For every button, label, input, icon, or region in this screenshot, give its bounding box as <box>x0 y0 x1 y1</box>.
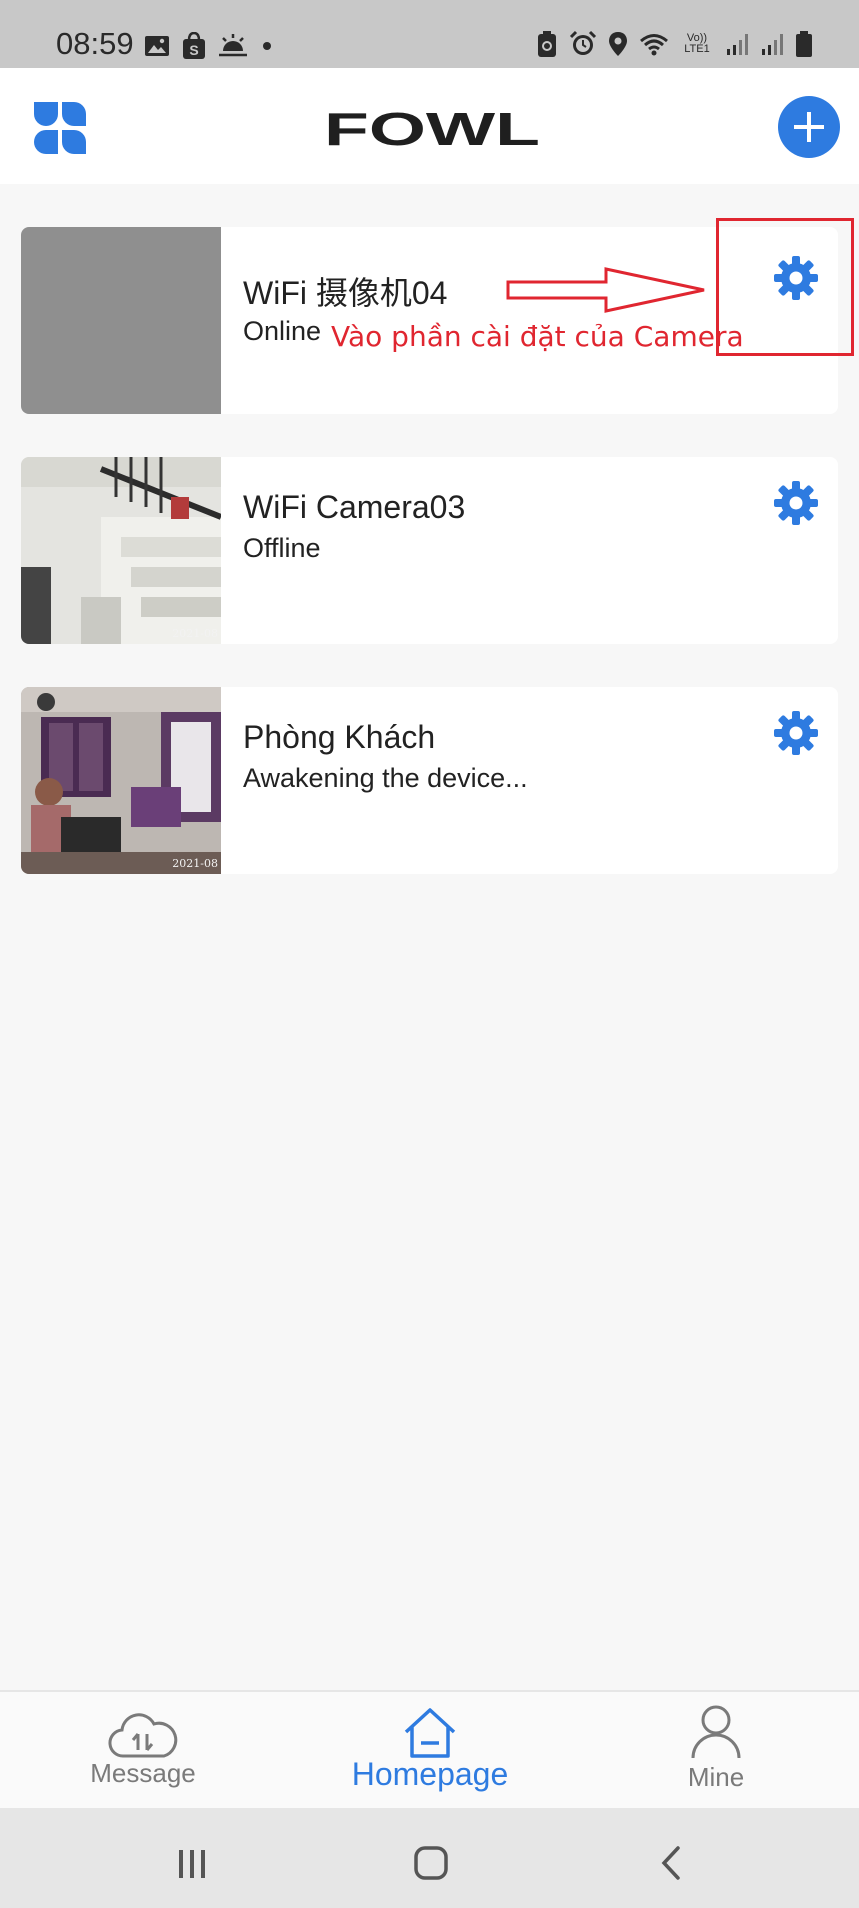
device-name: WiFi Camera03 <box>243 489 466 525</box>
device-status: Awakening the device... <box>243 763 528 793</box>
location-icon <box>609 32 627 56</box>
back-icon[interactable] <box>642 1838 702 1888</box>
device-status: Online <box>243 316 322 346</box>
gear-icon[interactable] <box>773 710 819 756</box>
person-icon <box>691 1705 741 1759</box>
nav-label: Mine <box>687 1762 745 1792</box>
battery-saver-icon <box>538 31 556 57</box>
add-device-button[interactable] <box>778 96 840 158</box>
home-icon <box>404 1708 456 1758</box>
cloud-icon <box>108 1713 178 1758</box>
status-left-icons: S <box>144 32 274 60</box>
nav-homepage[interactable]: Homepage <box>330 1692 530 1810</box>
device-name: WiFi 摄像机04 <box>243 275 448 311</box>
plus-icon <box>794 112 824 142</box>
living-room-snapshot <box>21 687 221 874</box>
shopee-icon: S <box>183 32 205 59</box>
nav-label: Message <box>90 1758 196 1788</box>
status-right-icons: Vo)) LTE1 <box>536 30 813 58</box>
volte-lte-icon: Vo)) LTE1 <box>680 33 714 55</box>
alarm-icon <box>569 30 597 55</box>
staircase-snapshot <box>21 457 221 644</box>
annotation-arrow-icon <box>506 267 705 313</box>
battery-icon <box>796 31 812 57</box>
device-name: Phòng Khách <box>243 719 436 755</box>
nav-label: Homepage <box>351 1756 509 1792</box>
home-circle-icon[interactable] <box>401 1838 461 1888</box>
dot-icon <box>263 42 271 50</box>
device-card[interactable]: 2021-08 Phòng Khách Awakening the device… <box>21 687 838 874</box>
signal-icon <box>727 34 748 55</box>
annotation-text: Vào phần cài đặt của Camera <box>331 320 744 353</box>
device-thumbnail[interactable] <box>21 227 221 414</box>
recent-apps-icon[interactable] <box>162 1838 222 1888</box>
gallery-icon <box>145 36 169 56</box>
fowl-logo: FOWL <box>324 107 540 149</box>
nav-mine[interactable]: Mine <box>616 1692 816 1810</box>
gear-icon[interactable] <box>773 480 819 526</box>
wifi-icon <box>640 34 668 56</box>
grid-menu-icon[interactable] <box>32 100 88 156</box>
device-thumbnail[interactable]: 2021-08 <box>21 457 221 644</box>
bottom-nav: Message Homepage Mine <box>0 1690 859 1808</box>
status-time: 08:59 <box>56 26 134 61</box>
snapshot-timestamp: 2021-08 <box>172 857 218 870</box>
device-card[interactable]: 2021-08 WiFi Camera03 Offline <box>21 457 838 644</box>
volte-label: Vo)) LTE1 <box>684 32 710 55</box>
device-thumbnail[interactable]: 2021-08 <box>21 687 221 874</box>
svg-text:FOWL: FOWL <box>324 107 540 149</box>
snapshot-timestamp: 2021-08 <box>172 627 218 640</box>
weather-sunrise-icon <box>219 34 247 57</box>
svg-text:S: S <box>189 42 198 58</box>
app-header: FOWL <box>0 68 859 184</box>
device-status: Offline <box>243 533 321 563</box>
status-bar: 08:59 S Vo)) LTE1 <box>0 0 859 68</box>
signal-icon <box>762 34 783 55</box>
system-nav-bar <box>0 1808 859 1908</box>
nav-message[interactable]: Message <box>43 1692 243 1810</box>
